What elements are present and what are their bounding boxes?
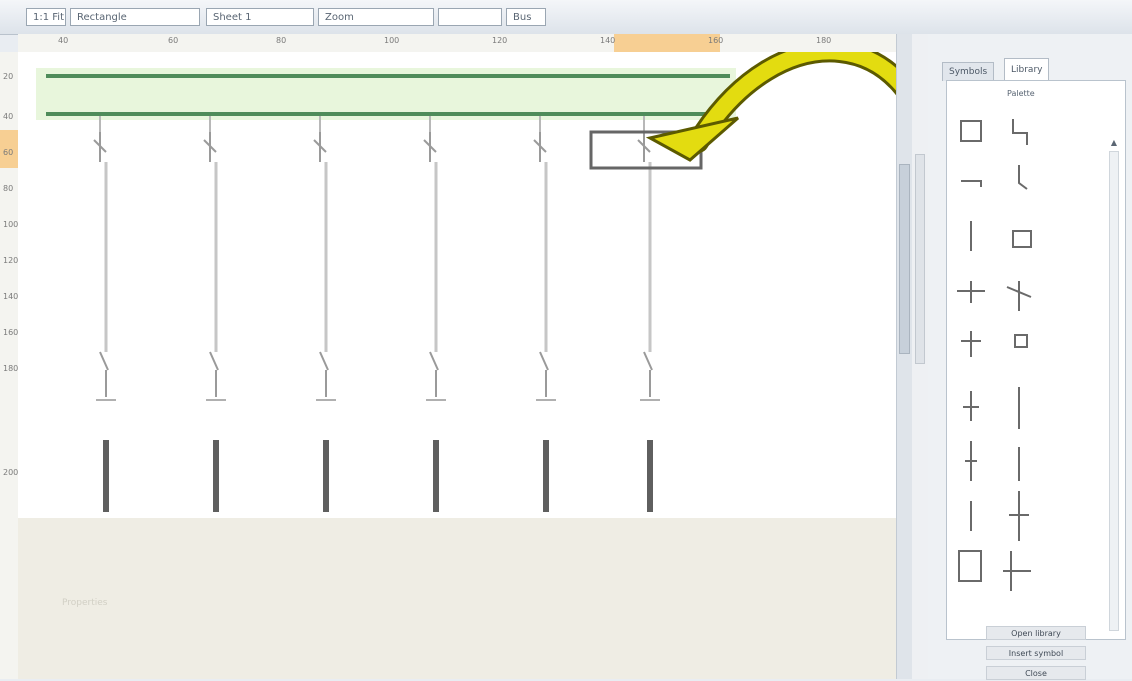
symbol-icon[interactable] bbox=[1003, 551, 1031, 591]
symbol-icon[interactable] bbox=[958, 550, 982, 582]
ruler-tick: 40 bbox=[58, 36, 69, 45]
symbol-icon[interactable] bbox=[1012, 230, 1032, 248]
ruler-tick: 60 bbox=[168, 36, 179, 45]
symbol-icon[interactable] bbox=[957, 281, 985, 303]
feeder-column[interactable] bbox=[203, 116, 226, 512]
palette-title: Palette bbox=[1007, 89, 1035, 98]
schematic-drawing bbox=[36, 40, 947, 512]
ruler-tick: 80 bbox=[3, 184, 14, 193]
top-toolbar: 1:1 Fit Rectangle Sheet 1 Zoom Bus bbox=[0, 0, 1132, 35]
ruler-tick: 200 bbox=[3, 468, 19, 477]
palette-box: Palette ▲ bbox=[946, 80, 1126, 640]
horizontal-ruler: 40 60 80 100 120 140 160 180 bbox=[18, 34, 896, 53]
scroll-up-icon[interactable]: ▲ bbox=[1109, 138, 1119, 148]
sheet-dropdown[interactable]: Sheet 1 bbox=[206, 8, 314, 26]
ruler-tick: 120 bbox=[492, 36, 508, 45]
zoom-field[interactable]: Zoom bbox=[318, 8, 434, 26]
symbol-icon[interactable] bbox=[960, 120, 982, 142]
feeder-column[interactable] bbox=[93, 116, 116, 512]
vertical-scrollbar[interactable] bbox=[896, 34, 913, 679]
symbol-grid bbox=[957, 119, 1032, 591]
bus-field[interactable]: Bus bbox=[506, 8, 546, 26]
symbol-icon[interactable] bbox=[1018, 165, 1028, 190]
tab-symbols[interactable]: Symbols bbox=[942, 62, 995, 81]
side-strip bbox=[912, 34, 929, 679]
symbol-icon[interactable] bbox=[963, 391, 979, 421]
collapsed-pane[interactable] bbox=[915, 154, 925, 364]
ruler-tick: 120 bbox=[3, 256, 19, 265]
ruler-tick: 160 bbox=[3, 328, 19, 337]
symbol-panel: Symbols Library Palette ▲ Open library I… bbox=[928, 34, 1132, 680]
ruler-highlight bbox=[614, 34, 720, 52]
ruler-tick: 60 bbox=[3, 148, 14, 157]
close-button[interactable]: Close bbox=[986, 666, 1086, 680]
feeder-column[interactable] bbox=[637, 116, 660, 512]
palette-scrollbar[interactable]: ▲ bbox=[1109, 138, 1119, 631]
open-library-button[interactable]: Open library bbox=[986, 626, 1086, 640]
blank-field[interactable] bbox=[438, 8, 502, 26]
shape-dropdown[interactable]: Rectangle bbox=[70, 8, 200, 26]
feeder-column[interactable] bbox=[533, 116, 556, 512]
feeder-column[interactable] bbox=[313, 116, 336, 512]
properties-area: Properties bbox=[18, 518, 896, 679]
ruler-tick: 100 bbox=[384, 36, 400, 45]
ruler-tick: 20 bbox=[3, 72, 14, 81]
scrollbar-thumb[interactable] bbox=[899, 164, 910, 354]
ruler-tick: 180 bbox=[3, 364, 19, 373]
ruler-tick: 180 bbox=[816, 36, 832, 45]
ruler-tick: 160 bbox=[708, 36, 724, 45]
ruler-tick: 100 bbox=[3, 220, 19, 229]
ruler-tick: 140 bbox=[600, 36, 616, 45]
vertical-ruler: 20 40 60 80 100 120 140 160 180 200 bbox=[0, 52, 19, 679]
faint-label: Properties bbox=[62, 598, 108, 608]
zoom-dropdown[interactable]: 1:1 Fit bbox=[26, 8, 66, 26]
symbol-icon[interactable] bbox=[1014, 334, 1028, 348]
symbol-icon[interactable] bbox=[1012, 119, 1028, 145]
symbol-icon[interactable] bbox=[961, 180, 982, 187]
symbol-icon[interactable] bbox=[1006, 281, 1032, 311]
feeder-column[interactable] bbox=[423, 116, 446, 512]
ruler-tick: 80 bbox=[276, 36, 287, 45]
symbol-icon[interactable] bbox=[961, 331, 981, 357]
symbol-icon[interactable] bbox=[965, 441, 977, 481]
ruler-tick: 140 bbox=[3, 292, 19, 301]
tab-library[interactable]: Library bbox=[1004, 58, 1050, 81]
insert-symbol-button[interactable]: Insert symbol bbox=[986, 646, 1086, 660]
symbol-icon[interactable] bbox=[1009, 491, 1029, 541]
arrow-head bbox=[645, 116, 739, 162]
ruler-tick: 40 bbox=[3, 112, 14, 121]
schematic-canvas[interactable] bbox=[18, 40, 947, 518]
